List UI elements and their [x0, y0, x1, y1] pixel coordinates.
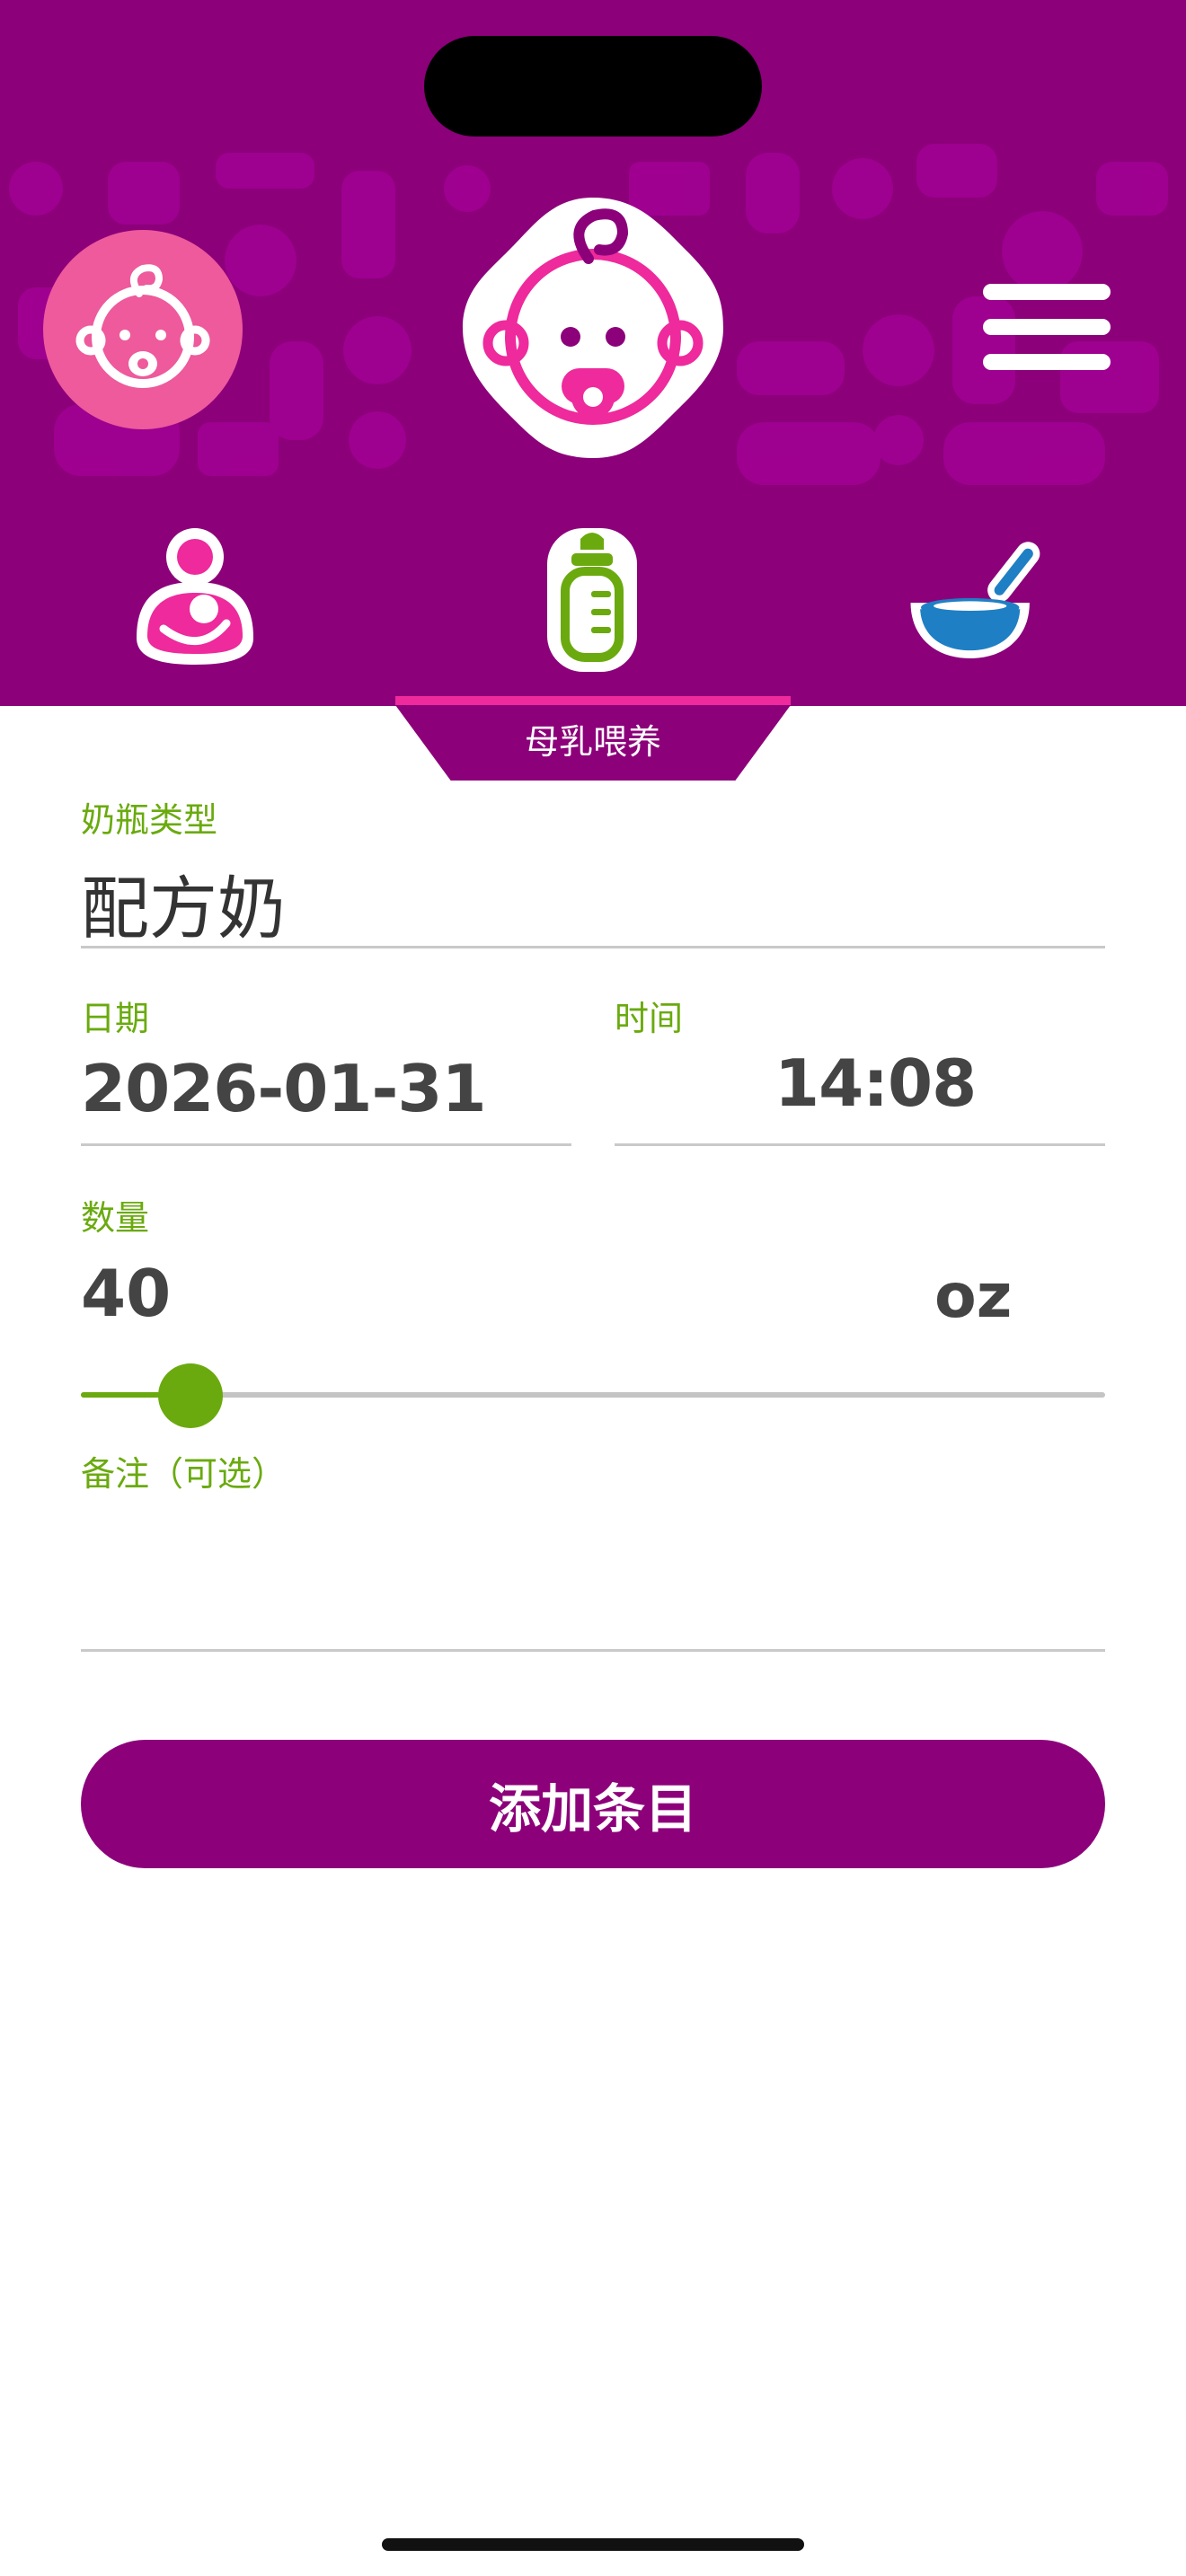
app-header [0, 0, 1186, 706]
food-bowl-icon [910, 542, 1040, 658]
menu-bar-icon [983, 319, 1111, 335]
breastfeeding-icon [137, 528, 253, 665]
time-label: 时间 [615, 999, 684, 1038]
quantity-unit-toggle[interactable]: oz [934, 1261, 1012, 1332]
bottle-type-field[interactable]: 配方奶 [81, 853, 286, 952]
menu-bar-icon [983, 354, 1111, 370]
date-label: 日期 [81, 999, 150, 1038]
slider-thumb[interactable] [158, 1363, 223, 1428]
baby-face-icon [75, 264, 210, 388]
hamburger-menu-button[interactable] [983, 280, 1111, 374]
quantity-value: 40 [81, 1256, 172, 1331]
notes-label: 备注（可选） [81, 1454, 287, 1494]
active-tab-indicator [395, 696, 791, 705]
home-indicator [382, 2538, 804, 2551]
time-field[interactable]: 14:08 [774, 1045, 977, 1121]
date-underline [81, 1143, 571, 1146]
dynamic-island [424, 36, 762, 137]
baby-bottle-icon [547, 528, 637, 672]
baby-pacifier-logo [463, 198, 723, 458]
bottle-type-label: 奶瓶类型 [81, 800, 218, 840]
tab-solid-food[interactable] [907, 521, 1042, 674]
tab-breastfeeding[interactable] [128, 521, 262, 674]
quantity-slider[interactable] [81, 1363, 1105, 1428]
menu-bar-icon [983, 284, 1111, 300]
active-tab-label-text: 母乳喂养 [524, 722, 661, 762]
active-tab-label: 母乳喂养 [395, 705, 791, 781]
bottle-type-underline [81, 946, 1105, 948]
quantity-label: 数量 [81, 1198, 150, 1238]
notes-input[interactable] [81, 1491, 1105, 1644]
profile-button[interactable] [43, 230, 243, 429]
notes-underline [81, 1649, 1105, 1652]
date-field[interactable]: 2026-01-31 [81, 1051, 487, 1126]
tab-bottle[interactable] [525, 521, 659, 674]
slider-track [81, 1392, 1105, 1398]
time-underline [615, 1143, 1105, 1146]
add-entry-button[interactable]: 添加条目 [81, 1740, 1105, 1868]
